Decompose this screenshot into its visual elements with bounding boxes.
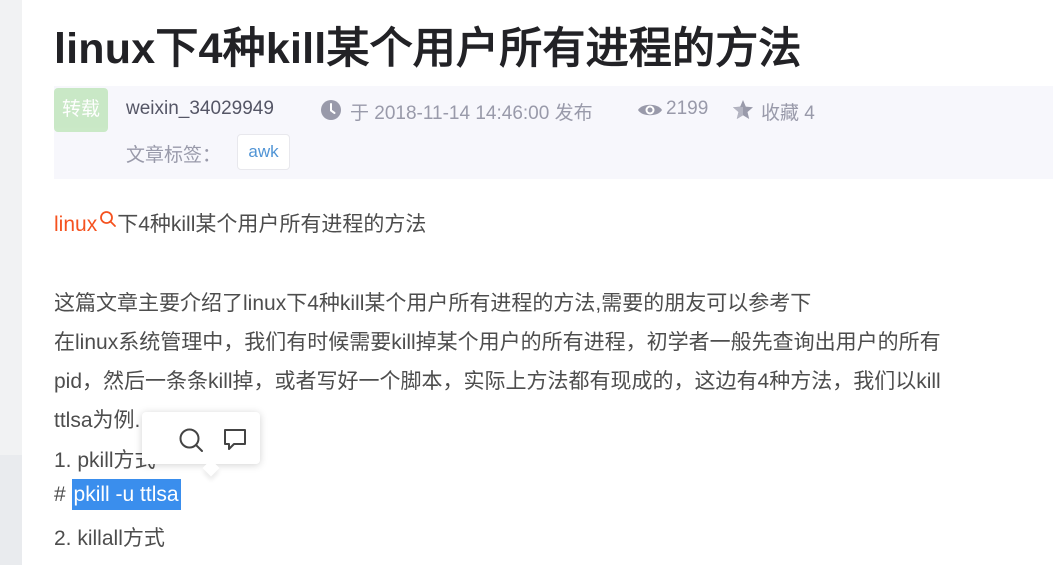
publish-time: 于 2018-11-14 14:46:00 发布: [350, 103, 593, 124]
content-heading-text: 下4种kill某个用户所有进程的方法: [117, 213, 427, 236]
tag-awk[interactable]: awk: [237, 134, 290, 170]
paragraph-line: 这篇文章主要介绍了linux下4种kill某个用户所有进程的方法,需要的朋友可以…: [54, 292, 812, 315]
paragraph-line: 在linux系统管理中，我们有时候需要kill掉某个用户的所有进程，初学者一般先…: [54, 331, 941, 354]
comment-icon[interactable]: [221, 426, 249, 454]
favorite-button[interactable]: 收藏 4: [761, 98, 815, 125]
article-container: linux 下4种kill某个用户所有进程的方法 转载 weixin_340299…: [22, 0, 1053, 565]
paragraph-line: ttlsa为例.: [54, 409, 141, 432]
star-icon[interactable]: [731, 98, 755, 122]
search-icon[interactable]: [99, 210, 117, 228]
command-line: # pkill -u ttlsa: [54, 479, 181, 510]
content-heading: linux 下4种kill某个用户所有进程的方法: [54, 208, 426, 238]
clock-icon: [321, 100, 341, 120]
selected-command[interactable]: pkill -u ttlsa: [71, 479, 181, 510]
selection-toolbar: [142, 412, 260, 477]
eye-icon: [638, 104, 662, 116]
command-prefix: #: [54, 483, 72, 506]
repost-badge: 转载: [54, 88, 108, 132]
left-sidebar-strip: [0, 0, 22, 565]
view-count: 2199: [666, 98, 709, 119]
author-name-link[interactable]: weixin_34029949: [126, 98, 274, 120]
paragraph-line: 1. pkill方式: [54, 449, 156, 472]
paragraph-line: 2. killall方式: [54, 527, 165, 550]
keyword-link[interactable]: linux: [54, 213, 97, 236]
tags-label: 文章标签：: [126, 145, 222, 166]
paragraph-line: pid，然后一条条kill掉，或者写好一个脚本，实际上方法都有现成的，这边有4种…: [54, 370, 941, 393]
sidebar-fade: [0, 455, 22, 565]
page-title: linux下4种kill某个用户所有进程的方法: [54, 25, 802, 73]
article-meta: 转载 weixin_34029949 于 2018-11-14 14:46:00…: [54, 86, 1053, 179]
search-icon[interactable]: [177, 426, 205, 454]
toolbar-arrow: [202, 459, 220, 477]
repost-badge-label: 转载: [61, 99, 100, 120]
